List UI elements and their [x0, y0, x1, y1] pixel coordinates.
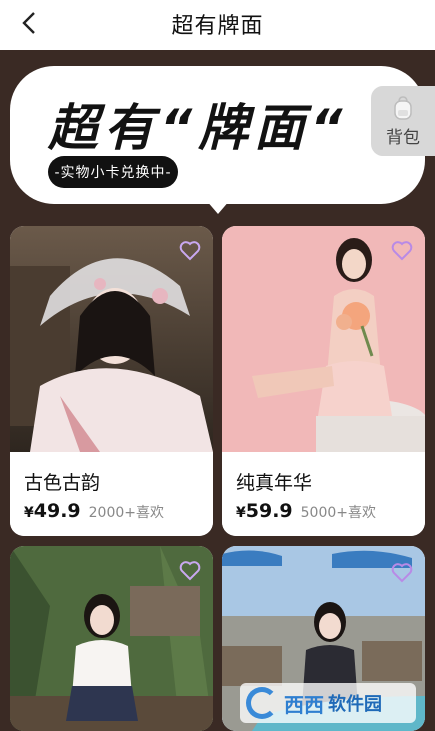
currency-symbol: ¥ — [236, 505, 246, 521]
bag-label: 背包 — [386, 127, 420, 148]
heart-icon[interactable] — [390, 238, 414, 262]
price-row: ¥59.9 5000+喜欢 — [236, 500, 376, 522]
product-info: 古色古韵 ¥49.9 2000+喜欢 — [10, 452, 213, 536]
currency-symbol: ¥ — [24, 505, 34, 521]
price-row: ¥49.9 2000+喜欢 — [24, 500, 164, 522]
heart-icon[interactable] — [178, 238, 202, 262]
product-likes: 5000+喜欢 — [300, 505, 376, 521]
bag-button[interactable]: 背包 — [371, 86, 435, 156]
product-price: 59.9 — [245, 500, 293, 522]
product-likes: 2000+喜欢 — [88, 505, 164, 521]
product-card-1[interactable]: 古色古韵 ¥49.9 2000+喜欢 — [10, 226, 213, 536]
speech-bubble-tail — [206, 200, 230, 214]
heart-icon[interactable] — [178, 558, 202, 582]
page-title: 超有牌面 — [171, 14, 264, 39]
top-bar: 超有牌面 — [0, 0, 435, 50]
heart-icon[interactable] — [390, 560, 414, 584]
site-watermark: 西西 软件园 — [240, 683, 416, 723]
watermark-logo-icon — [246, 687, 278, 719]
watermark-site: 软件园 — [328, 694, 382, 715]
product-name: 纯真年华 — [236, 472, 313, 494]
product-price: 49.9 — [33, 500, 81, 522]
hero-title: 超有“牌面“ — [48, 99, 349, 157]
product-info: 纯真年华 ¥59.9 5000+喜欢 — [222, 452, 425, 536]
product-card-2[interactable]: 纯真年华 ¥59.9 5000+喜欢 — [222, 226, 425, 536]
watermark-brand: 西西 — [284, 692, 324, 717]
product-card-3[interactable] — [10, 546, 213, 731]
product-name: 古色古韵 — [24, 472, 101, 494]
backpack-icon — [394, 95, 412, 120]
exchange-pill: -实物小卡兑换中- — [48, 156, 178, 188]
